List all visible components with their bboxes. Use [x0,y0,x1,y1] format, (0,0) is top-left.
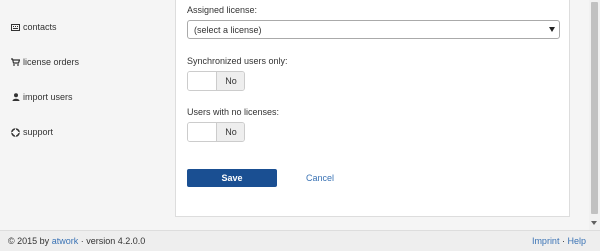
cancel-link[interactable]: Cancel [306,173,334,183]
brand-link[interactable]: atwork [52,236,79,246]
assigned-license-label: Assigned license: [187,5,258,15]
sidebar-item-label: license orders [23,57,80,67]
sidebar-item-label: import users [23,92,73,102]
toggle-state: No [217,72,244,90]
footer: © 2015 by atwork · version 4.2.0.0 Impri… [0,230,600,251]
no-licenses-label: Users with no licenses: [187,107,280,117]
sidebar: contacts license orders import users sup… [0,0,157,230]
scrollbar-thumb[interactable] [591,2,598,214]
sidebar-item-license-orders[interactable]: license orders [11,57,79,67]
save-button[interactable]: Save [187,169,277,187]
no-licenses-toggle[interactable]: No [187,122,245,142]
keyboard-icon [11,23,20,32]
imprint-link[interactable]: Imprint [532,236,560,246]
footer-copyright: © 2015 by atwork · version 4.2.0.0 [8,236,145,246]
sidebar-item-import-users[interactable]: import users [11,92,73,102]
assigned-license-select[interactable]: (select a license) [187,20,560,39]
sidebar-item-label: contacts [23,22,57,32]
copyright-text: © 2015 by [8,236,50,246]
sidebar-item-support[interactable]: support [11,127,53,137]
assigned-license-value: (select a license) [194,24,262,35]
synchronized-only-toggle[interactable]: No [187,71,245,91]
scroll-down-arrow-icon[interactable] [591,221,597,225]
sidebar-item-contacts[interactable]: contacts [11,22,57,32]
cart-icon [11,58,20,67]
main-area: Assigned license: (select a license) Syn… [157,0,600,230]
scrollbar[interactable] [589,0,600,230]
toggle-knob [188,72,217,90]
lifebuoy-icon [11,127,20,137]
sidebar-item-label: support [23,127,54,137]
toggle-state: No [217,123,244,141]
version-text: · version 4.2.0.0 [80,236,146,246]
footer-separator: · [561,236,565,246]
toggle-knob [188,123,217,141]
caret-down-icon [549,27,555,32]
user-icon [11,93,20,102]
help-link[interactable]: Help [567,236,586,246]
synchronized-only-label: Synchronized users only: [187,56,288,66]
filter-panel: Assigned license: (select a license) Syn… [175,0,570,217]
footer-links: Imprint · Help [532,236,586,246]
